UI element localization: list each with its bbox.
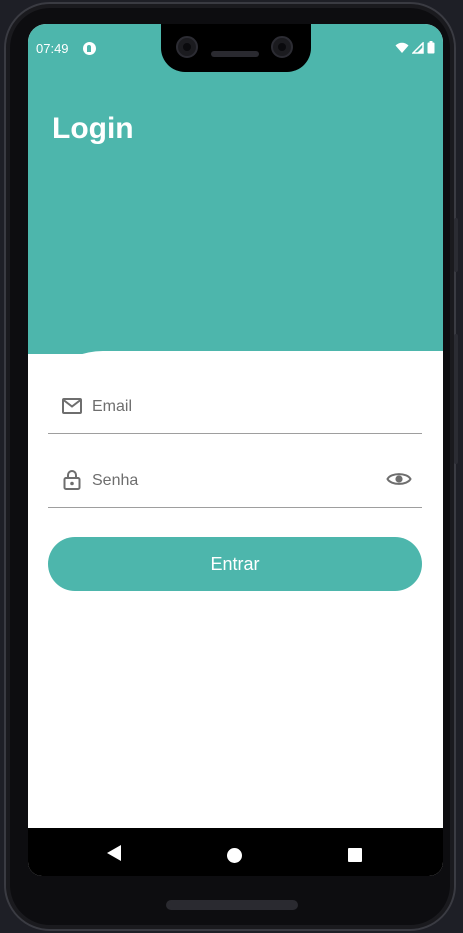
earpiece-speaker <box>211 51 259 57</box>
login-button[interactable]: Entrar <box>48 537 422 591</box>
app-notification-icon <box>83 42 96 55</box>
volume-button <box>454 334 458 464</box>
navigation-bar <box>28 828 443 876</box>
page-title: Login <box>52 112 134 145</box>
signal-icon <box>412 41 424 54</box>
mail-icon <box>62 398 82 414</box>
eye-icon[interactable] <box>386 466 412 492</box>
back-icon[interactable] <box>106 844 122 862</box>
email-placeholder: Email <box>92 398 133 415</box>
email-field[interactable]: Email <box>48 386 422 434</box>
phone-frame: Login 07:49 Email Senha Entrar <box>4 2 458 931</box>
password-placeholder: Senha <box>92 472 139 489</box>
app-screen: Login 07:49 Email Senha Entrar <box>28 24 443 876</box>
power-button <box>454 218 458 272</box>
status-icons <box>395 41 435 54</box>
camera-notch <box>161 24 311 72</box>
recents-icon[interactable] <box>348 848 362 862</box>
password-field[interactable]: Senha <box>48 460 422 508</box>
header-banner: Login <box>28 24 443 354</box>
wifi-icon <box>395 42 409 53</box>
lock-icon <box>63 470 81 490</box>
battery-icon <box>427 41 435 54</box>
bottom-speaker-grille <box>166 900 298 910</box>
front-camera-left <box>176 36 198 58</box>
status-time: 07:49 <box>36 41 69 56</box>
front-camera-right <box>271 36 293 58</box>
home-icon[interactable] <box>227 848 242 863</box>
